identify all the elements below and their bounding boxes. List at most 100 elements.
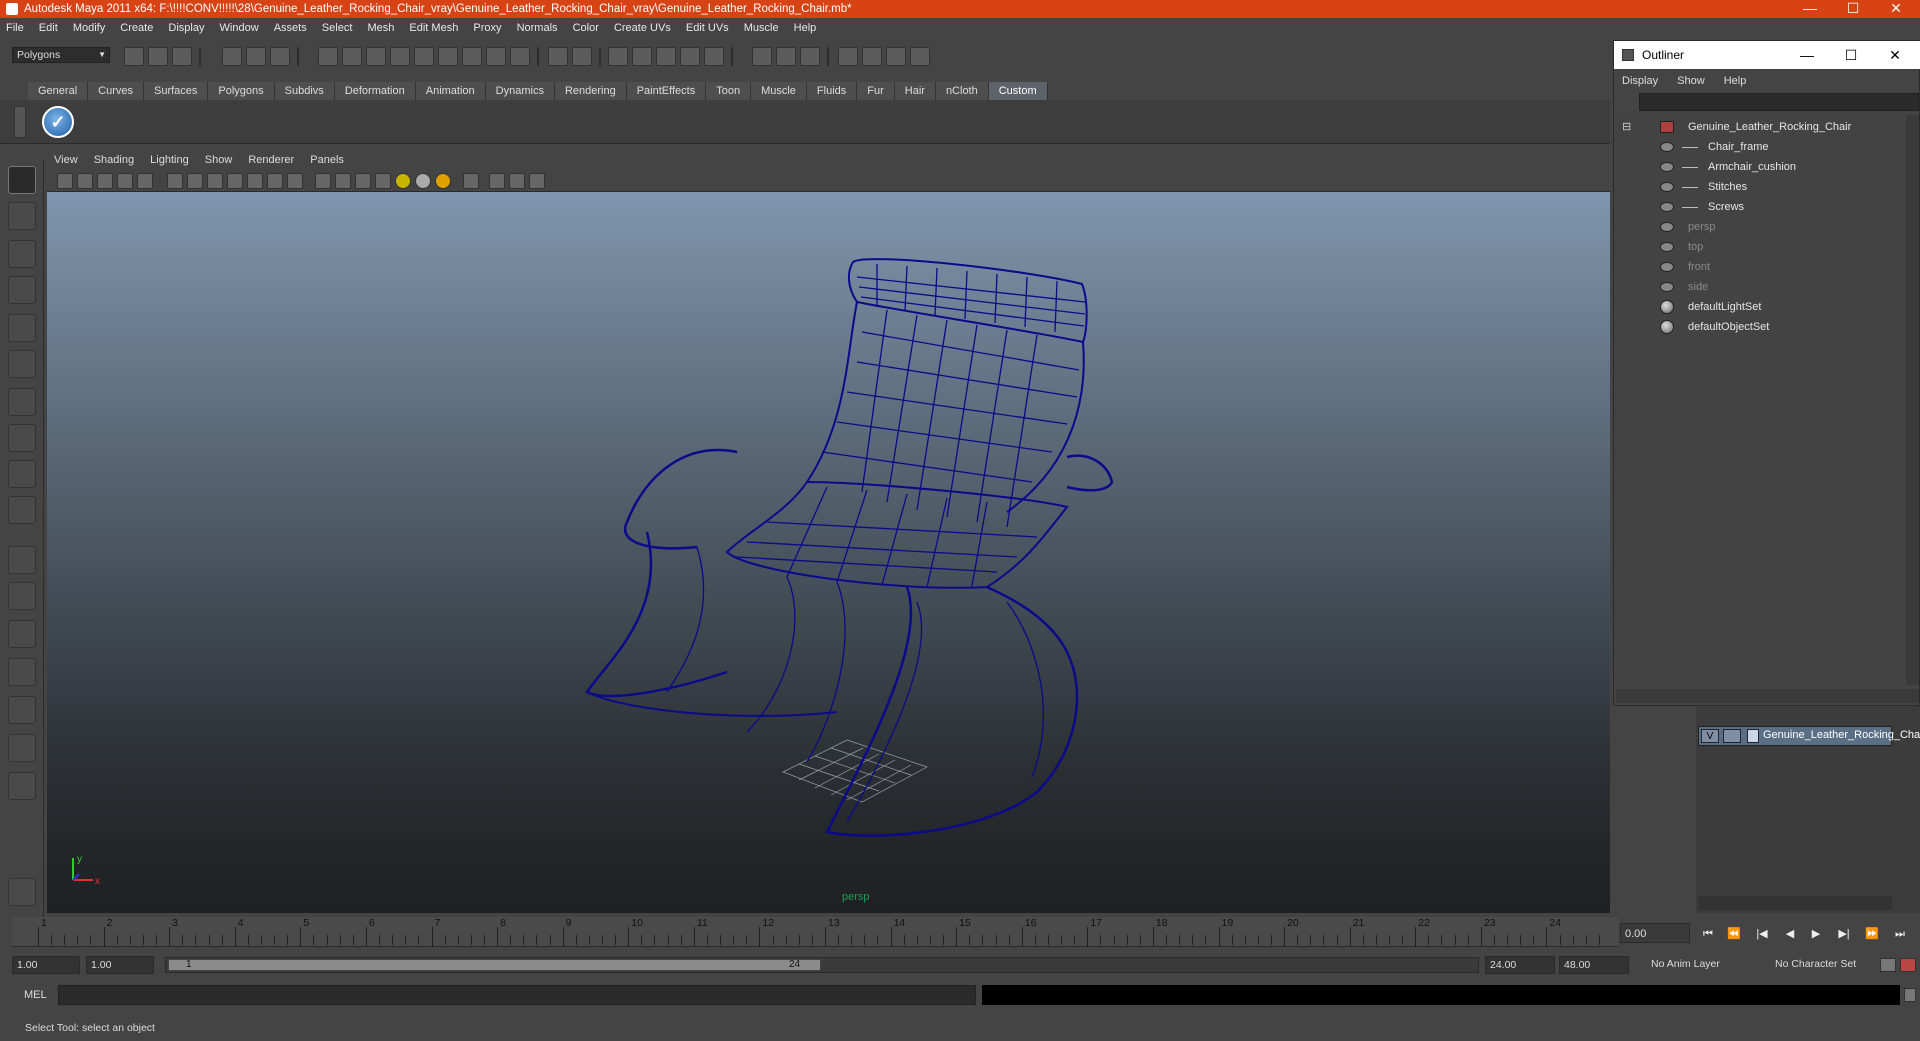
gate-mask-icon[interactable] <box>227 173 243 189</box>
outliner-item[interactable]: side <box>1614 277 1904 297</box>
rotate-tool-icon[interactable] <box>8 314 36 342</box>
all-lights-icon[interactable] <box>415 173 431 189</box>
anim-layer-selector[interactable]: No Anim Layer <box>1647 956 1745 974</box>
safe-action-icon[interactable] <box>267 173 283 189</box>
menu-color[interactable]: Color <box>567 20 605 36</box>
lock-selection-icon[interactable] <box>548 47 568 66</box>
select-by-joint-icon[interactable] <box>342 47 362 66</box>
animation-start-field[interactable]: 1.00 <box>12 956 80 974</box>
move-tool-icon[interactable] <box>8 276 36 304</box>
single-perspective-layout-icon[interactable] <box>8 546 36 574</box>
select-by-surface-icon[interactable] <box>390 47 410 66</box>
menu-muscle[interactable]: Muscle <box>738 20 785 36</box>
tab-surfaces[interactable]: Surfaces <box>143 82 209 100</box>
tab-rendering[interactable]: Rendering <box>554 82 627 100</box>
outliner-item[interactable]: defaultLightSet <box>1614 297 1904 317</box>
menu-select[interactable]: Select <box>316 20 359 36</box>
tab-fluids[interactable]: Fluids <box>806 82 858 100</box>
snap-grid-icon[interactable] <box>608 47 628 66</box>
field-chart-icon[interactable] <box>247 173 263 189</box>
step-forward-frame-icon[interactable]: ▶| <box>1836 927 1852 941</box>
playback-end-field[interactable]: 24.00 <box>1485 956 1555 974</box>
maya-logo-icon[interactable] <box>8 878 36 906</box>
snap-point-icon[interactable] <box>656 47 676 66</box>
custom-shelf-checkmark-button[interactable]: ✓ <box>42 106 74 138</box>
wireframe-on-shaded-icon[interactable] <box>355 173 371 189</box>
tab-ncloth[interactable]: nCloth <box>935 82 989 100</box>
select-by-misc-icon[interactable] <box>486 47 506 66</box>
play-forwards-icon[interactable]: ▶ <box>1808 927 1824 941</box>
grid-toggle-icon[interactable] <box>167 173 183 189</box>
menu-edit-mesh[interactable]: Edit Mesh <box>403 20 464 36</box>
last-tool-icon[interactable] <box>8 496 36 524</box>
universal-manipulator-icon[interactable] <box>8 388 36 416</box>
select-by-dynamic-icon[interactable] <box>438 47 458 66</box>
maximize-button[interactable]: ☐ <box>1833 0 1873 18</box>
tab-custom[interactable]: Custom <box>988 82 1048 100</box>
menu-normals[interactable]: Normals <box>511 20 564 36</box>
select-by-curve-icon[interactable] <box>366 47 386 66</box>
xray-components-icon[interactable] <box>529 173 545 189</box>
menu-edit-uvs[interactable]: Edit UVs <box>680 20 735 36</box>
scale-tool-icon[interactable] <box>8 350 36 378</box>
range-slider[interactable]: 1 24 <box>165 957 1479 973</box>
layer-visibility-toggle[interactable]: V <box>1701 729 1719 743</box>
current-frame-field[interactable]: 0.00 <box>1620 923 1690 943</box>
outliner-item[interactable]: Armchair_cushion <box>1614 157 1904 177</box>
go-to-end-icon[interactable]: ⏭ <box>1892 927 1908 941</box>
xray-icon[interactable] <box>463 173 479 189</box>
shadows-icon[interactable] <box>435 173 451 189</box>
command-language-label[interactable]: MEL <box>24 989 47 1001</box>
image-plane-icon[interactable] <box>117 173 133 189</box>
tab-deformation[interactable]: Deformation <box>334 82 416 100</box>
play-backwards-icon[interactable]: ◀ <box>1782 927 1798 941</box>
tab-hair[interactable]: Hair <box>894 82 936 100</box>
step-back-frame-icon[interactable]: |◀ <box>1754 927 1770 941</box>
menu-set-selector[interactable]: Polygons ▼ <box>12 47 110 63</box>
tab-curves[interactable]: Curves <box>88 82 144 100</box>
grease-pencil-icon[interactable] <box>137 173 153 189</box>
outliner-item[interactable]: Screws <box>1614 197 1904 217</box>
persp-graph-hypershade-layout-icon[interactable] <box>8 734 36 762</box>
outliner-close-button[interactable]: ✕ <box>1873 41 1917 69</box>
outliner-item[interactable]: defaultObjectSet <box>1614 317 1904 337</box>
textured-icon[interactable] <box>375 173 391 189</box>
outliner-menu-show[interactable]: Show <box>1669 71 1713 91</box>
layer-color-swatch[interactable] <box>1747 729 1759 743</box>
snap-view-plane-icon[interactable] <box>680 47 700 66</box>
outliner-title-bar[interactable]: Outliner — ☐ ✕ <box>1614 41 1920 69</box>
film-gate-icon[interactable] <box>187 173 203 189</box>
persp-graph-layout-icon[interactable] <box>8 658 36 686</box>
auto-key-icon[interactable] <box>1880 958 1896 972</box>
ipr-render-icon[interactable] <box>886 47 906 66</box>
snap-curve-icon[interactable] <box>632 47 652 66</box>
bookmarks-icon[interactable] <box>97 173 113 189</box>
construction-history-icon[interactable] <box>776 47 796 66</box>
menu-create[interactable]: Create <box>114 20 159 36</box>
outliner-maximize-button[interactable]: ☐ <box>1829 41 1873 69</box>
playback-start-field[interactable]: 1.00 <box>86 956 154 974</box>
tab-polygons[interactable]: Polygons <box>208 82 275 100</box>
menu-display[interactable]: Display <box>162 20 210 36</box>
question-icon[interactable] <box>510 47 530 66</box>
panel-menu-view[interactable]: View <box>47 150 84 170</box>
outliner-item[interactable]: Chair_frame <box>1614 137 1904 157</box>
select-by-handle-icon[interactable] <box>318 47 338 66</box>
soft-modification-icon[interactable] <box>8 424 36 452</box>
animation-preferences-icon[interactable] <box>1900 958 1916 972</box>
tab-subdivs[interactable]: Subdivs <box>274 82 335 100</box>
tab-muscle[interactable]: Muscle <box>751 82 807 100</box>
menu-assets[interactable]: Assets <box>268 20 313 36</box>
menu-file[interactable]: File <box>0 20 30 36</box>
new-scene-icon[interactable] <box>124 47 144 66</box>
outliner-item[interactable]: Stitches <box>1614 177 1904 197</box>
render-settings-icon[interactable] <box>910 47 930 66</box>
panel-menu-renderer[interactable]: Renderer <box>241 150 300 170</box>
go-to-start-icon[interactable]: ⏮ <box>1700 927 1716 941</box>
menu-create-uvs[interactable]: Create UVs <box>608 20 677 36</box>
animation-end-field[interactable]: 48.00 <box>1559 956 1629 974</box>
history-icon[interactable] <box>752 47 772 66</box>
tab-toon[interactable]: Toon <box>706 82 752 100</box>
outliner-minimize-button[interactable]: — <box>1785 41 1829 69</box>
camera-attributes-icon[interactable] <box>77 173 93 189</box>
